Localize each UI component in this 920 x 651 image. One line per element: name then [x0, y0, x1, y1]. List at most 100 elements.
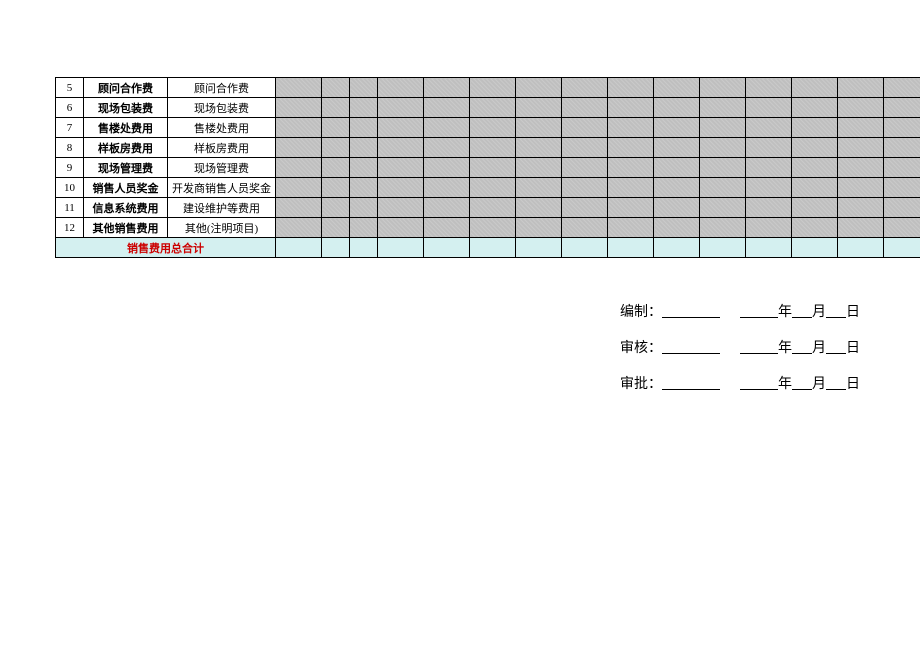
data-cell: [792, 78, 838, 98]
data-cell: [792, 158, 838, 178]
data-cell: [424, 78, 470, 98]
data-cell: [378, 198, 424, 218]
blank-line: [740, 338, 778, 354]
data-cell: [424, 218, 470, 238]
data-cell: [838, 98, 884, 118]
data-cell: [350, 118, 378, 138]
reviewed-by-row: 审核：年月日: [620, 334, 860, 364]
data-cell: [746, 218, 792, 238]
total-cell: [700, 238, 746, 258]
reviewed-label: 审核：: [620, 341, 662, 356]
table-row: 11 信息系统费用 建设维护等费用: [56, 198, 920, 218]
data-cell: [516, 138, 562, 158]
table-row: 8 样板房费用 样板房费用: [56, 138, 920, 158]
prepared-by-row: 编制：年月日: [620, 298, 860, 328]
row-index: 10: [56, 178, 84, 198]
data-cell: [884, 218, 920, 238]
row-subitem: 售楼处费用: [168, 118, 276, 138]
data-cell: [470, 158, 516, 178]
year-label: 年: [778, 341, 792, 356]
data-cell: [654, 78, 700, 98]
blank-line: [792, 374, 812, 390]
data-cell: [350, 98, 378, 118]
data-cell: [470, 218, 516, 238]
data-cell: [792, 118, 838, 138]
data-cell: [792, 198, 838, 218]
blank-line: [662, 338, 720, 354]
data-cell: [424, 198, 470, 218]
data-cell: [562, 178, 608, 198]
data-cell: [378, 178, 424, 198]
row-category: 信息系统费用: [84, 198, 168, 218]
blank-line: [740, 302, 778, 318]
row-subitem: 顾问合作费: [168, 78, 276, 98]
data-cell: [608, 218, 654, 238]
data-cell: [322, 198, 350, 218]
total-cell: [470, 238, 516, 258]
data-cell: [516, 78, 562, 98]
data-cell: [378, 138, 424, 158]
data-cell: [322, 118, 350, 138]
data-cell: [276, 218, 322, 238]
data-cell: [562, 218, 608, 238]
data-cell: [516, 98, 562, 118]
row-category: 销售人员奖金: [84, 178, 168, 198]
data-cell: [654, 158, 700, 178]
data-cell: [322, 178, 350, 198]
blank-line: [662, 374, 720, 390]
data-cell: [608, 138, 654, 158]
data-cell: [378, 98, 424, 118]
blank-line: [662, 302, 720, 318]
month-label: 月: [812, 377, 826, 392]
total-cell: [608, 238, 654, 258]
data-cell: [470, 198, 516, 218]
total-cell: [838, 238, 884, 258]
data-cell: [700, 118, 746, 138]
total-cell: [516, 238, 562, 258]
total-cell: [424, 238, 470, 258]
data-cell: [350, 138, 378, 158]
data-cell: [838, 138, 884, 158]
blank-line: [826, 374, 846, 390]
table-row: 5 顾问合作费 顾问合作费: [56, 78, 920, 98]
data-cell: [654, 218, 700, 238]
data-cell: [608, 98, 654, 118]
total-label: 销售费用总合计: [56, 238, 276, 258]
row-index: 7: [56, 118, 84, 138]
data-cell: [792, 218, 838, 238]
row-index: 9: [56, 158, 84, 178]
table-row: 9 现场管理费 现场管理费: [56, 158, 920, 178]
row-index: 11: [56, 198, 84, 218]
data-cell: [838, 78, 884, 98]
data-cell: [562, 78, 608, 98]
data-cell: [276, 158, 322, 178]
data-cell: [654, 198, 700, 218]
data-cell: [746, 98, 792, 118]
blank-line: [792, 302, 812, 318]
data-cell: [378, 78, 424, 98]
blank-line: [792, 338, 812, 354]
data-cell: [276, 78, 322, 98]
data-cell: [654, 118, 700, 138]
data-cell: [562, 138, 608, 158]
data-cell: [562, 98, 608, 118]
data-cell: [424, 138, 470, 158]
data-cell: [378, 118, 424, 138]
data-cell: [838, 118, 884, 138]
total-row: 销售费用总合计: [56, 238, 920, 258]
data-cell: [700, 178, 746, 198]
row-category: 现场管理费: [84, 158, 168, 178]
signature-block: 编制：年月日 审核：年月日 审批：年月日: [620, 298, 860, 406]
data-cell: [424, 158, 470, 178]
year-label: 年: [778, 305, 792, 320]
approved-by-row: 审批：年月日: [620, 370, 860, 400]
row-subitem: 其他(注明项目): [168, 218, 276, 238]
row-index: 8: [56, 138, 84, 158]
data-cell: [700, 158, 746, 178]
data-cell: [746, 198, 792, 218]
data-cell: [884, 98, 920, 118]
data-cell: [322, 138, 350, 158]
data-cell: [470, 118, 516, 138]
total-cell: [350, 238, 378, 258]
data-cell: [562, 198, 608, 218]
